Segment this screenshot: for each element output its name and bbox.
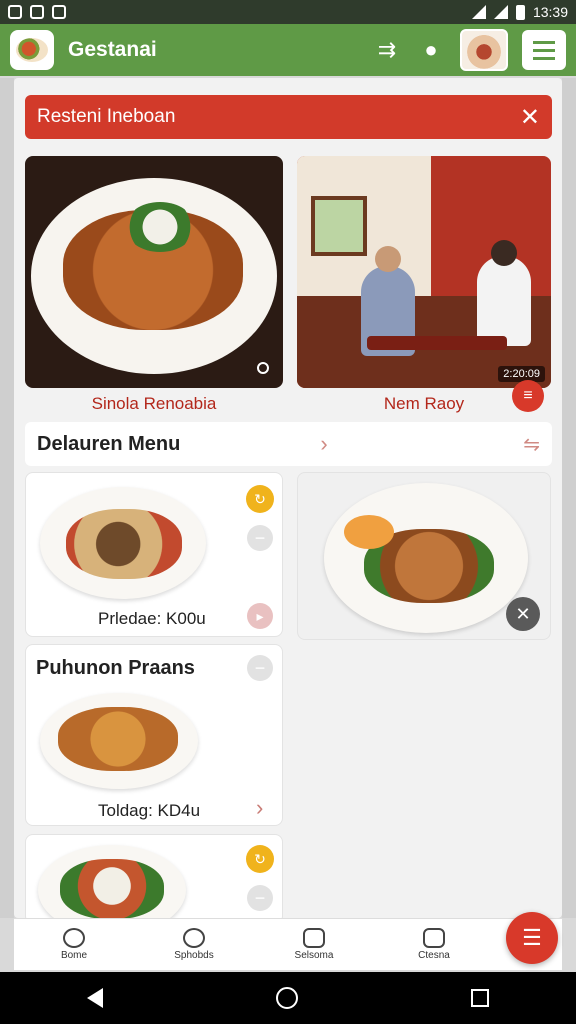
window-image bbox=[311, 196, 367, 256]
menu-card[interactable]: ↻ − bbox=[25, 834, 283, 918]
wifi-icon bbox=[471, 5, 486, 19]
system-nav bbox=[0, 972, 576, 1024]
refresh-icon[interactable]: ↻ bbox=[246, 485, 274, 513]
notification-icon bbox=[8, 5, 22, 19]
home-button-icon[interactable] bbox=[275, 987, 298, 1009]
profile-icon[interactable]: ● bbox=[416, 37, 446, 63]
menu-card[interactable]: ↻ − Prledae: K00u ▸ bbox=[25, 472, 283, 637]
nav-settings[interactable]: Sphobds bbox=[134, 928, 254, 961]
edit-icon bbox=[303, 928, 325, 948]
notification-icons bbox=[8, 5, 66, 19]
food-image bbox=[38, 845, 186, 918]
cart-icon[interactable]: ≡ bbox=[512, 380, 544, 412]
menu-card[interactable]: ✕ bbox=[297, 472, 551, 640]
filter-icon[interactable]: ⇋ bbox=[523, 432, 540, 457]
featured-food-photo[interactable] bbox=[25, 156, 283, 388]
person-image bbox=[477, 256, 531, 346]
close-icon[interactable]: ✕ bbox=[506, 597, 540, 631]
main-sheet: Resteni Ineboan ✕ 2:20:09 Sinola Renoabi… bbox=[14, 78, 562, 918]
section-title: Delauren Menu bbox=[37, 432, 181, 455]
battery-icon bbox=[515, 4, 525, 20]
status-right: 13:39 bbox=[471, 4, 568, 20]
notification-icon bbox=[30, 5, 44, 19]
photo-badge: 2:20:09 bbox=[498, 366, 545, 382]
nav-calendar[interactable]: Ctesna bbox=[374, 928, 494, 961]
featured-caption[interactable]: Sinola Renoabia bbox=[25, 394, 283, 414]
app-bar: Gestanai ⇉ ● bbox=[0, 24, 576, 76]
bottom-nav: Bome Sphobds Selsoma Ctesna bbox=[14, 918, 562, 970]
nav-home[interactable]: Bome bbox=[14, 928, 134, 961]
avatar[interactable] bbox=[460, 29, 508, 71]
logo-icon[interactable] bbox=[10, 30, 54, 70]
calendar-icon bbox=[423, 928, 445, 948]
food-image bbox=[324, 483, 528, 633]
food-image bbox=[40, 487, 206, 599]
minus-icon[interactable]: − bbox=[247, 655, 273, 681]
price-label: Prledae: K00u bbox=[98, 609, 206, 628]
recents-icon[interactable] bbox=[471, 989, 490, 1007]
play-icon[interactable] bbox=[257, 362, 269, 374]
menu-icon[interactable] bbox=[522, 30, 566, 70]
signal-icon bbox=[493, 5, 508, 19]
arrow-icon[interactable]: ▸ bbox=[247, 603, 273, 629]
share-icon[interactable]: ⇉ bbox=[372, 37, 402, 63]
settings-icon bbox=[183, 928, 205, 948]
nav-edit[interactable]: Selsoma bbox=[254, 928, 374, 961]
chevron-right-icon[interactable]: › bbox=[190, 431, 327, 457]
background-edge bbox=[0, 78, 14, 918]
app-title: Gestanai bbox=[68, 38, 157, 61]
chevron-right-icon[interactable]: › bbox=[256, 795, 263, 821]
menu-fab[interactable]: ☰ bbox=[506, 912, 558, 964]
nav-label: Bome bbox=[60, 950, 88, 961]
nav-label: Sphobds bbox=[174, 950, 214, 961]
back-icon[interactable] bbox=[86, 988, 103, 1008]
table-image bbox=[367, 336, 507, 350]
banner-text: Resteni Ineboan bbox=[37, 106, 176, 127]
menu-item-title: Puhunon Praans bbox=[36, 657, 195, 679]
status-bar: 13:39 bbox=[0, 0, 576, 24]
status-time: 13:39 bbox=[532, 4, 568, 20]
menu-card[interactable]: Puhunon Praans − Toldag: KD4u › bbox=[25, 644, 283, 826]
notification-icon bbox=[52, 5, 66, 19]
salad-image bbox=[125, 202, 195, 252]
nav-label: Ctesna bbox=[418, 950, 450, 961]
featured-restaurant-photo[interactable]: 2:20:09 bbox=[297, 156, 551, 388]
nav-label: Selsoma bbox=[294, 950, 334, 961]
minus-icon[interactable]: − bbox=[247, 525, 273, 551]
background-edge bbox=[562, 78, 576, 918]
minus-icon[interactable]: − bbox=[247, 885, 273, 911]
price-label: Toldag: KD4u bbox=[98, 801, 201, 820]
refresh-icon[interactable]: ↻ bbox=[246, 845, 274, 873]
promo-banner[interactable]: Resteni Ineboan ✕ bbox=[25, 95, 552, 139]
home-icon bbox=[63, 928, 85, 948]
close-icon[interactable]: ✕ bbox=[520, 103, 540, 132]
food-image bbox=[40, 693, 198, 789]
section-header[interactable]: Delauren Menu › ⇋ bbox=[25, 422, 552, 466]
